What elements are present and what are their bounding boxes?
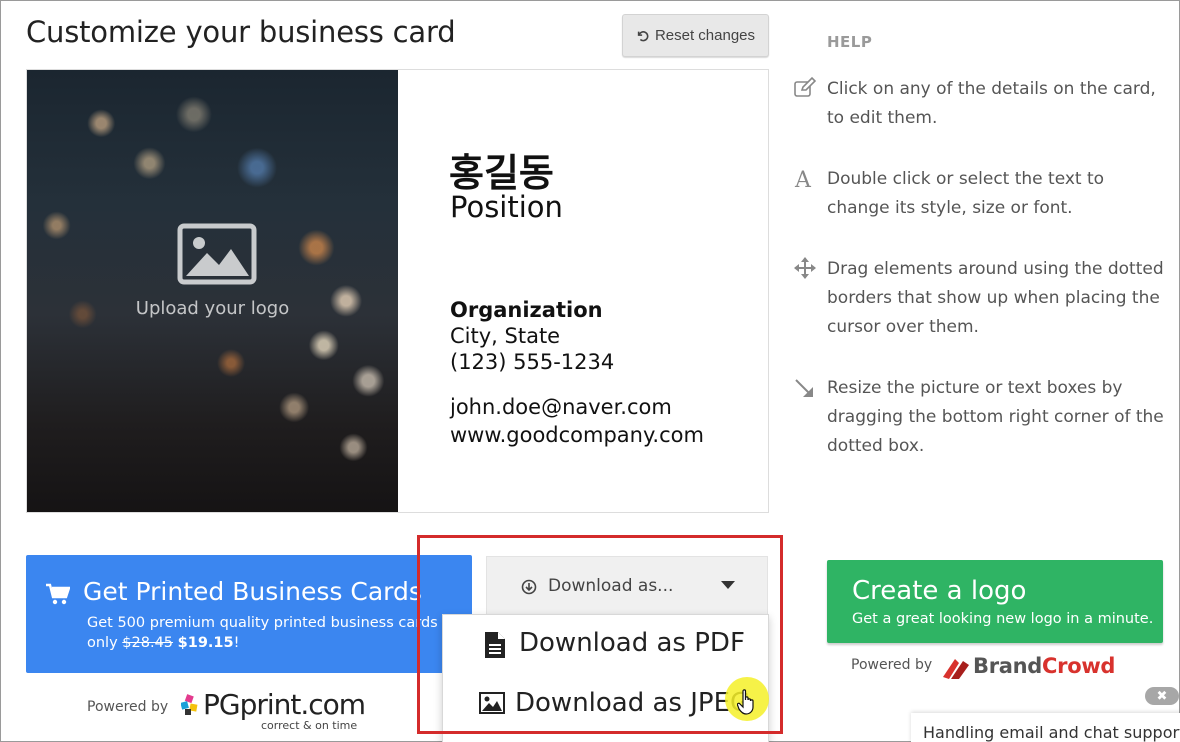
card-email[interactable]: john.doe@naver.com: [450, 395, 672, 419]
brandcrowd-brand-a: Brand: [973, 654, 1043, 678]
svg-text:A: A: [794, 168, 812, 190]
card-organization[interactable]: Organization: [450, 298, 603, 322]
help-text-resize: Resize the picture or text boxes by drag…: [827, 378, 1164, 456]
chat-widget[interactable]: Handling email and chat support: [911, 713, 1180, 742]
page-title: Customize your business card: [26, 15, 456, 49]
help-text-drag: Drag elements around using the dotted bo…: [827, 259, 1164, 337]
pgprint-logo[interactable]: PGprint.com: [181, 688, 366, 721]
card-website[interactable]: www.goodcompany.com: [450, 423, 704, 447]
help-item-resize: Resize the picture or text boxes by drag…: [793, 374, 1173, 461]
pgprint-mark-icon: [181, 694, 198, 715]
image-upload-icon[interactable]: [177, 223, 257, 285]
help-text-edit: Click on any of the details on the card,…: [827, 79, 1156, 128]
help-item-style: A Double click or select the text to cha…: [793, 165, 1173, 223]
create-logo-button[interactable]: Create a logo Get a great looking new lo…: [827, 560, 1163, 643]
brandcrowd-brand-b: Crowd: [1042, 654, 1116, 678]
new-price: $19.15: [177, 635, 234, 651]
move-icon: [794, 257, 816, 279]
print-cta-title: Get Printed Business Cards: [83, 577, 422, 606]
get-printed-cards-button[interactable]: Get Printed Business Cards Get 500 premi…: [26, 555, 472, 673]
pgprint-brand: PGprint.com: [203, 688, 366, 721]
card-position[interactable]: Position: [450, 190, 563, 224]
powered-by-brandcrowd-label: Powered by: [851, 657, 933, 673]
help-item-edit: Click on any of the details on the card,…: [793, 75, 1173, 133]
card-phone[interactable]: (123) 555-1234: [450, 350, 614, 374]
old-price: $28.45: [122, 635, 174, 651]
reset-changes-label: Reset changes: [654, 27, 756, 44]
print-cta-subtitle: Get 500 premium quality printed business…: [87, 613, 467, 653]
font-icon: A: [794, 168, 812, 190]
undo-icon: [637, 30, 649, 41]
card-background-photo[interactable]: Upload your logo: [27, 70, 398, 512]
help-item-drag: Drag elements around using the dotted bo…: [793, 255, 1173, 342]
brandcrowd-mark-icon: [943, 659, 969, 679]
business-card-editor: Upload your logo 홍길동 Position Organizati…: [26, 69, 769, 513]
chat-close-button[interactable]: ✖: [1145, 687, 1179, 705]
print-offer-suffix: !: [233, 635, 240, 651]
chat-widget-text: Handling email and chat support: [923, 723, 1180, 742]
create-logo-title: Create a logo: [852, 576, 1027, 606]
reset-changes-button[interactable]: Reset changes: [622, 14, 769, 57]
hand-cursor-icon: [737, 689, 754, 715]
create-logo-subtitle: Get a great looking new logo in a minute…: [852, 611, 1154, 627]
pgprint-tagline: correct & on time: [261, 719, 358, 732]
help-title: HELP: [827, 33, 873, 51]
help-text-style: Double click or select the text to chang…: [827, 169, 1105, 218]
card-name[interactable]: 홍길동: [449, 142, 554, 197]
cart-icon: [46, 583, 70, 605]
upload-logo-label[interactable]: Upload your logo: [27, 298, 398, 319]
card-city-state[interactable]: City, State: [450, 324, 560, 348]
resize-icon: [795, 379, 813, 397]
powered-by-label: Powered by: [87, 699, 169, 715]
brandcrowd-logo[interactable]: BrandCrowd: [973, 654, 1115, 678]
edit-icon: [794, 76, 817, 97]
